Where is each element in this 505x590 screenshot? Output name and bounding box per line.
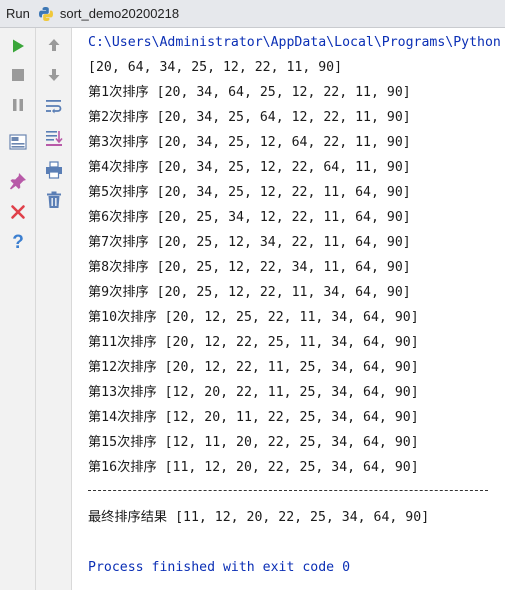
layout-icon[interactable]	[6, 130, 30, 154]
console-pass-line: 第1次排序 [20, 34, 64, 25, 12, 22, 11, 90]	[88, 85, 411, 100]
python-icon	[38, 6, 53, 21]
console-pass-line: 第8次排序 [20, 25, 12, 22, 34, 11, 64, 90]	[88, 260, 411, 275]
up-arrow-icon[interactable]	[42, 33, 66, 57]
console-initial-list: [20, 64, 34, 25, 12, 22, 11, 90]	[88, 60, 343, 75]
run-config-name[interactable]: sort_demo20200218	[60, 6, 179, 21]
pause-icon[interactable]	[6, 93, 30, 117]
soft-wrap-icon[interactable]	[42, 94, 66, 118]
right-toolbar	[36, 28, 72, 590]
console-pass-line: 第5次排序 [20, 34, 25, 12, 22, 11, 64, 90]	[88, 185, 411, 200]
trash-icon[interactable]	[42, 188, 66, 212]
console-exit-message: Process finished with exit code 0	[88, 560, 351, 575]
console-command-line: C:\Users\Administrator\AppData\Local\Pro…	[88, 35, 501, 50]
scroll-to-end-icon[interactable]	[42, 126, 66, 150]
console-pass-line: 第3次排序 [20, 34, 25, 12, 64, 22, 11, 90]	[88, 135, 411, 150]
console-pass-line: 第6次排序 [20, 25, 34, 12, 22, 11, 64, 90]	[88, 210, 411, 225]
console-pass-line: 第2次排序 [20, 34, 25, 64, 12, 22, 11, 90]	[88, 110, 411, 125]
down-arrow-icon[interactable]	[42, 63, 66, 87]
pin-icon[interactable]	[6, 169, 30, 193]
console-pass-line: 第16次排序 [11, 12, 20, 22, 25, 34, 64, 90]	[88, 460, 419, 475]
console-pass-line: 第4次排序 [20, 34, 25, 12, 22, 64, 11, 90]	[88, 160, 411, 175]
console-pass-line: 第10次排序 [20, 12, 25, 22, 11, 34, 64, 90]	[88, 310, 419, 325]
console-pass-line: 第11次排序 [20, 12, 22, 25, 11, 34, 64, 90]	[88, 335, 419, 350]
rerun-icon[interactable]	[6, 34, 30, 58]
console-output[interactable]: C:\Users\Administrator\AppData\Local\Pro…	[72, 28, 505, 590]
console-pass-line: 第7次排序 [20, 25, 12, 34, 22, 11, 64, 90]	[88, 235, 411, 250]
help-icon[interactable]: ?	[6, 230, 30, 254]
console-result-line: 最终排序结果 [11, 12, 20, 22, 25, 34, 64, 90]	[88, 510, 430, 525]
stop-icon[interactable]	[6, 63, 30, 87]
console-pass-line: 第13次排序 [12, 20, 22, 11, 25, 34, 64, 90]	[88, 385, 419, 400]
console-pass-line: 第12次排序 [20, 12, 22, 11, 25, 34, 64, 90]	[88, 360, 419, 375]
print-icon[interactable]	[42, 158, 66, 182]
close-icon[interactable]	[6, 200, 30, 224]
left-toolbar: ?	[0, 28, 36, 590]
console-pass-line: 第9次排序 [20, 25, 12, 22, 11, 34, 64, 90]	[88, 285, 411, 300]
run-label: Run	[6, 6, 30, 21]
console-separator	[88, 490, 488, 491]
console-pass-line: 第14次排序 [12, 20, 11, 22, 25, 34, 64, 90]	[88, 410, 419, 425]
console-pass-line: 第15次排序 [12, 11, 20, 22, 25, 34, 64, 90]	[88, 435, 419, 450]
run-tool-window-header: Run sort_demo20200218	[0, 0, 505, 28]
